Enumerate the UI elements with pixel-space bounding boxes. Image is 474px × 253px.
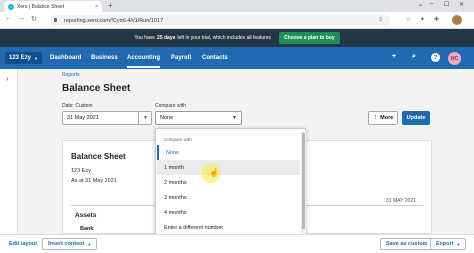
browser-tab[interactable]: x Xero | Balance Sheet × — [4, 1, 102, 12]
option-custom-number[interactable]: Enter a different number — [157, 220, 300, 235]
user-avatar[interactable]: HC — [448, 52, 461, 65]
compare-label: Compare with — [155, 103, 186, 109]
date-label: Date: Custom — [62, 103, 93, 109]
insert-content-button[interactable]: Insert content ▼ — [42, 238, 98, 250]
close-window-icon[interactable]: ✕ — [459, 1, 464, 8]
compare-dropdown-menu: Compare with None 1 month 2 months 3 mon… — [155, 128, 306, 240]
update-button[interactable]: Update — [402, 111, 430, 125]
subsection-bank: Bank — [80, 226, 94, 232]
new-tab-icon[interactable]: + — [108, 1, 113, 10]
add-icon[interactable]: + — [392, 53, 396, 60]
nav-contacts[interactable]: Contacts — [202, 55, 228, 61]
url-field[interactable]: reporting.xero.com/!CymL4/v1/Run/1017 — [50, 15, 390, 26]
trial-banner: You have 25 days left in your trial, whi… — [0, 29, 474, 47]
option-2-months[interactable]: 2 months — [157, 175, 300, 190]
choose-plan-button[interactable]: Choose a plan to buy — [279, 32, 340, 44]
section-assets: Assets — [75, 212, 97, 219]
more-dots-icon: ⋮ — [372, 115, 379, 121]
forward-icon[interactable]: → — [18, 15, 25, 22]
export-button[interactable]: Export ▼ — [430, 238, 467, 250]
insert-content-label: Insert content — [48, 241, 85, 247]
option-none[interactable]: None — [157, 145, 300, 160]
nav-payroll[interactable]: Payroll — [171, 55, 191, 61]
maximize-icon[interactable]: ☐ — [444, 1, 449, 8]
trial-suffix: left in your trial, which includes all f… — [177, 35, 272, 41]
option-3-months[interactable]: 3 months — [157, 190, 300, 205]
nav-accounting[interactable]: Accounting — [127, 55, 160, 68]
left-rail: › — [0, 69, 18, 234]
dropdown-header: Compare with — [164, 137, 192, 142]
report-org: 123 Ezy — [71, 168, 91, 174]
nav-business[interactable]: Business — [91, 55, 118, 61]
back-icon[interactable]: ← — [5, 15, 12, 22]
more-label: More — [380, 115, 394, 121]
date-value: 31 May 2021 — [67, 115, 99, 121]
report-as-at: As at 31 May 2021 — [71, 178, 117, 184]
xero-favicon-icon: x — [8, 3, 14, 10]
chevron-down-icon: ▼ — [143, 115, 148, 121]
search-icon[interactable]: ⌕ — [412, 53, 416, 61]
compare-select[interactable]: None ▼ — [155, 111, 242, 125]
trial-prefix: You have — [134, 35, 156, 41]
minimize-icon[interactable]: – — [430, 1, 433, 7]
tab-title: Xero | Balance Sheet — [17, 3, 65, 10]
tab-close-icon[interactable]: × — [95, 4, 98, 10]
share-icon[interactable]: ⇪ — [378, 16, 383, 23]
breadcrumb[interactable]: Reports — [62, 72, 80, 78]
org-name: 123 Ezy — [9, 55, 32, 61]
compare-value: None — [160, 115, 174, 121]
report-title: Balance Sheet — [71, 152, 126, 161]
address-bar: ← → ↻ reporting.xero.com/!CymL4/v1/Run/1… — [0, 12, 474, 29]
footer-bar: Edit layout Insert content ▼ Save as cus… — [0, 234, 474, 253]
browser-profile-avatar[interactable] — [452, 15, 462, 25]
bookmark-star-icon[interactable]: ☆ — [406, 16, 411, 23]
reload-icon[interactable]: ↻ — [31, 15, 37, 23]
org-switcher-button[interactable]: 123 Ezy ▼ — [5, 52, 42, 64]
chevron-down-icon: ▼ — [456, 241, 461, 247]
browser-tabstrip: x Xero | Balance Sheet × + ⌄ – ☐ ✕ — [0, 0, 474, 12]
option-1-month[interactable]: 1 month — [157, 160, 300, 175]
chevron-down-icon: ▼ — [34, 55, 38, 61]
page-title: Balance Sheet — [62, 83, 131, 94]
tab-search-icon[interactable]: ⌄ — [418, 1, 423, 8]
more-button[interactable]: ⋮ More — [368, 111, 398, 125]
extensions-puzzle-icon[interactable]: ✚ — [434, 16, 439, 23]
trial-days: 25 days — [157, 35, 176, 41]
option-4-months[interactable]: 4 months — [157, 205, 300, 220]
pointer-cursor-icon: ☝ — [209, 168, 219, 177]
column-date: 31 MAY 2021 — [386, 198, 416, 204]
chevron-down-icon: ▼ — [232, 115, 237, 121]
lock-icon[interactable] — [54, 18, 57, 22]
date-divider — [138, 112, 139, 124]
url-text: reporting.xero.com/!CymL4/v1/Run/1017 — [64, 17, 164, 24]
edit-layout-button[interactable]: Edit layout — [4, 238, 43, 250]
dropdown-scroll-thumb[interactable] — [302, 133, 305, 229]
nav-dashboard[interactable]: Dashboard — [50, 55, 81, 61]
extension-icon[interactable]: ✦ — [420, 16, 425, 23]
main-nav: 123 Ezy ▼ Dashboard Business Accounting … — [0, 47, 474, 69]
chevron-down-icon: ▼ — [87, 241, 92, 247]
help-icon[interactable]: ? — [431, 53, 440, 62]
save-as-custom-button[interactable]: Save as custom — [380, 238, 434, 250]
expand-sidebar-icon[interactable]: › — [6, 76, 8, 83]
date-input[interactable]: 31 May 2021 ▼ — [62, 111, 152, 125]
export-label: Export — [436, 241, 454, 247]
